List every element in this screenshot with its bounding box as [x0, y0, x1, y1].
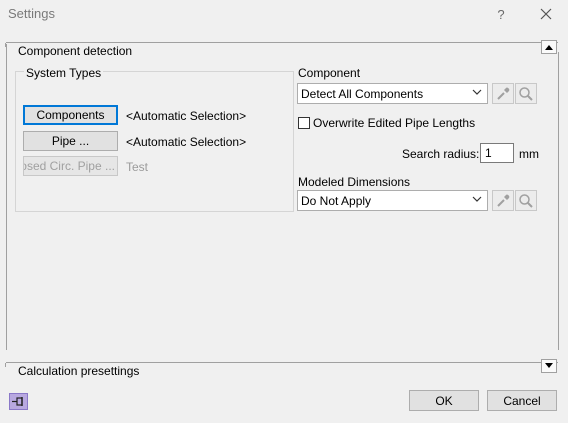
overwrite-pipe-lengths-label: Overwrite Edited Pipe Lengths	[313, 116, 476, 130]
close-button[interactable]	[536, 4, 556, 24]
chevron-down-icon	[545, 363, 553, 368]
component-combo[interactable]: Detect All Components	[297, 83, 488, 104]
component-search-button[interactable]	[515, 83, 537, 104]
component-pick-button[interactable]	[492, 83, 514, 104]
system-types-legend: System Types	[24, 66, 104, 80]
cancel-button[interactable]: Cancel	[487, 390, 557, 411]
help-button[interactable]: ?	[491, 4, 511, 24]
window-title: Settings	[8, 6, 55, 21]
component-selected: Detect All Components	[301, 86, 424, 101]
magnifier-icon	[519, 193, 533, 208]
ok-button[interactable]: OK	[409, 390, 479, 411]
closed-circ-pipe-value: Test	[126, 160, 149, 174]
search-radius-label: Search radius:	[402, 147, 480, 161]
section-right-border	[558, 52, 559, 350]
modeled-dimensions-search-button[interactable]	[515, 190, 537, 211]
help-icon: ?	[497, 6, 505, 22]
components-selection-value: <Automatic Selection>	[126, 109, 247, 123]
calculation-presettings-header: Calculation presettings	[5, 362, 558, 378]
component-detection-label: Component detection	[18, 44, 133, 58]
collapse-component-detection-button[interactable]	[541, 40, 557, 54]
section-left-border	[6, 44, 7, 350]
pin-button[interactable]	[9, 393, 28, 410]
modeled-dimensions-selected: Do Not Apply	[301, 193, 372, 208]
eyedropper-icon	[497, 194, 510, 207]
calculation-presettings-label: Calculation presettings	[18, 364, 140, 378]
eyedropper-icon	[497, 87, 510, 100]
modeled-dimensions-combo[interactable]: Do Not Apply	[297, 190, 488, 211]
component-detection-header: Component detection	[5, 42, 558, 58]
close-icon	[540, 8, 552, 20]
closed-circ-pipe-button[interactable]: Closed Circ. Pipe ...	[23, 156, 118, 176]
pipe-selection-value: <Automatic Selection>	[126, 135, 247, 149]
pin-icon	[12, 397, 23, 406]
search-radius-unit: mm	[519, 147, 539, 161]
modeled-dimensions-label: Modeled Dimensions	[298, 175, 411, 189]
modeled-dimensions-pick-button[interactable]	[492, 190, 514, 211]
overwrite-pipe-lengths-checkbox[interactable]	[298, 117, 310, 129]
chevron-down-icon	[472, 196, 482, 202]
chevron-down-icon	[472, 89, 482, 95]
pipe-button[interactable]: Pipe ...	[23, 131, 118, 151]
expand-calculation-presettings-button[interactable]	[541, 359, 557, 373]
magnifier-icon	[519, 86, 533, 101]
collapse-up-icon	[545, 45, 553, 50]
components-button[interactable]: Components	[23, 105, 118, 125]
search-radius-input[interactable]: 1	[480, 143, 514, 163]
component-label: Component	[298, 66, 361, 80]
